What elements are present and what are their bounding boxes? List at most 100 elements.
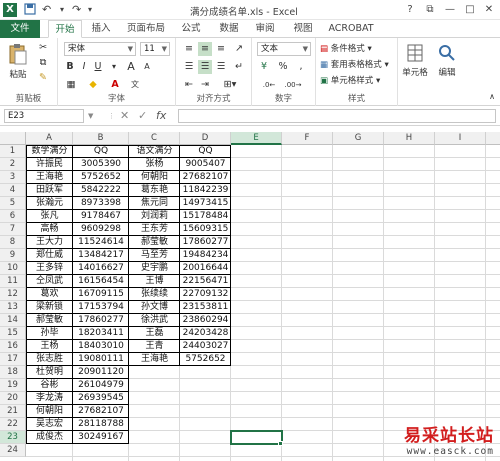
cut-icon[interactable]: ✂ — [36, 41, 50, 55]
tab-view[interactable]: 视图 — [288, 20, 318, 38]
increase-decimal-icon[interactable]: .0← — [260, 78, 278, 92]
align-top-icon[interactable]: ≡ — [182, 42, 196, 56]
undo-dropdown-icon[interactable]: ▾ — [60, 3, 64, 17]
editing-group[interactable]: 编辑 — [432, 38, 462, 106]
decrease-indent-icon[interactable]: ⇤ — [182, 78, 196, 92]
copy-icon[interactable]: ⧉ — [36, 56, 50, 70]
cell-a23[interactable]: 成俊杰 — [26, 431, 73, 444]
tab-home[interactable]: 开始 — [48, 20, 82, 38]
cell-a11[interactable]: 仝凤武 — [26, 275, 73, 288]
tab-data[interactable]: 数据 — [214, 20, 244, 38]
orientation-icon[interactable]: ↗ — [232, 42, 246, 56]
row-header-14[interactable]: 14 — [0, 314, 26, 327]
cell-a3[interactable]: 王海艳 — [26, 171, 73, 184]
cell-c8[interactable]: 郝莹敏 — [129, 236, 180, 249]
formula-input[interactable] — [178, 109, 496, 123]
tab-file[interactable]: 文件 — [0, 20, 40, 38]
row-header-24[interactable]: 24 — [0, 444, 26, 457]
cell-b19[interactable]: 26104979 — [73, 379, 129, 392]
column-header-d[interactable]: D — [180, 132, 231, 145]
format-as-table-button[interactable]: ▦ 套用表格格式 ▾ — [320, 58, 389, 72]
collapse-ribbon-icon[interactable]: ∧ — [486, 90, 498, 104]
tab-review[interactable]: 审阅 — [250, 20, 280, 38]
row-header-4[interactable]: 4 — [0, 184, 26, 197]
cell-d14[interactable]: 23860294 — [180, 314, 231, 327]
conditional-format-button[interactable]: ▤ 条件格式 ▾ — [320, 42, 372, 56]
row-header-7[interactable]: 7 — [0, 223, 26, 236]
row-header-6[interactable]: 6 — [0, 210, 26, 223]
cell-c7[interactable]: 王东芳 — [129, 223, 180, 236]
cell-b8[interactable]: 11524614 — [73, 236, 129, 249]
row-header-18[interactable]: 18 — [0, 366, 26, 379]
cell-b9[interactable]: 13484217 — [73, 249, 129, 262]
redo-icon[interactable]: ↷ — [72, 3, 81, 17]
cell-b12[interactable]: 16709115 — [73, 288, 129, 301]
decrease-decimal-icon[interactable]: .00→ — [284, 78, 302, 92]
cell-d8[interactable]: 17860277 — [180, 236, 231, 249]
save-icon[interactable] — [24, 3, 36, 19]
cell-a7[interactable]: 高畅 — [26, 223, 73, 236]
row-header-2[interactable]: 2 — [0, 158, 26, 171]
cell-c2[interactable]: 张杨 — [129, 158, 180, 171]
cancel-icon[interactable]: ✕ — [120, 109, 129, 123]
align-bottom-icon[interactable]: ≡ — [214, 42, 228, 56]
format-painter-icon[interactable]: ✎ — [36, 71, 50, 85]
cell-a2[interactable]: 许振民 — [26, 158, 73, 171]
cell-b3[interactable]: 5752652 — [73, 171, 129, 184]
cell-c11[interactable]: 王博 — [129, 275, 180, 288]
cell-b18[interactable]: 20901120 — [73, 366, 129, 379]
header-cell-a[interactable]: 数学满分 — [26, 145, 73, 158]
close-button[interactable]: ✕ — [481, 2, 497, 17]
active-cell-e23[interactable] — [230, 430, 283, 445]
paste-button[interactable]: 粘贴 — [4, 68, 32, 82]
cell-d3[interactable]: 27682107 — [180, 171, 231, 184]
column-header-f[interactable]: F — [282, 132, 333, 145]
font-color-icon[interactable]: A — [108, 78, 122, 92]
cell-c5[interactable]: 焦元同 — [129, 197, 180, 210]
bold-button[interactable]: B — [64, 60, 76, 74]
cell-b6[interactable]: 9178467 — [73, 210, 129, 223]
cells-group[interactable]: 单元格 — [398, 38, 432, 106]
cell-d6[interactable]: 15178484 — [180, 210, 231, 223]
cell-d12[interactable]: 22709132 — [180, 288, 231, 301]
fill-color-icon[interactable]: ◆ — [86, 78, 100, 92]
column-header-e[interactable]: E — [231, 132, 282, 145]
row-header-20[interactable]: 20 — [0, 392, 26, 405]
row-header-13[interactable]: 13 — [0, 301, 26, 314]
cell-d11[interactable]: 22156471 — [180, 275, 231, 288]
cell-a15[interactable]: 孙毕 — [26, 327, 73, 340]
cell-d13[interactable]: 23153811 — [180, 301, 231, 314]
cell-a9[interactable]: 郑仕威 — [26, 249, 73, 262]
row-header-21[interactable]: 21 — [0, 405, 26, 418]
cell-a10[interactable]: 王多锌 — [26, 262, 73, 275]
cell-b2[interactable]: 3005390 — [73, 158, 129, 171]
increase-indent-icon[interactable]: ⇥ — [198, 78, 212, 92]
cell-d7[interactable]: 15609315 — [180, 223, 231, 236]
column-header-a[interactable]: A — [26, 132, 73, 145]
cell-d10[interactable]: 20016644 — [180, 262, 231, 275]
row-header-5[interactable]: 5 — [0, 197, 26, 210]
name-box-dropdown-icon[interactable]: ▼ — [88, 109, 93, 123]
column-header-h[interactable]: H — [384, 132, 435, 145]
cell-a19[interactable]: 谷彬 — [26, 379, 73, 392]
cell-a18[interactable]: 杜贺明 — [26, 366, 73, 379]
cell-a14[interactable]: 郝莹敏 — [26, 314, 73, 327]
italic-button[interactable]: I — [78, 60, 90, 74]
header-cell-b[interactable]: QQ — [73, 145, 129, 158]
name-box[interactable]: E23 — [4, 109, 84, 123]
align-center-icon[interactable]: ☰ — [198, 60, 212, 74]
minimize-button[interactable]: — — [442, 2, 458, 17]
row-header-10[interactable]: 10 — [0, 262, 26, 275]
help-button[interactable]: ? — [402, 2, 418, 17]
cell-b16[interactable]: 18403010 — [73, 340, 129, 353]
row-header-23[interactable]: 23 — [0, 431, 26, 444]
align-left-icon[interactable]: ☰ — [182, 60, 196, 74]
phonetic-icon[interactable]: 文 — [128, 78, 142, 92]
align-right-icon[interactable]: ☰ — [214, 60, 228, 74]
font-shrink-button[interactable]: A — [140, 60, 154, 74]
header-cell-c[interactable]: 语文满分 — [129, 145, 180, 158]
paste-icon[interactable] — [8, 43, 28, 68]
merge-center-icon[interactable]: ⊞▾ — [216, 78, 244, 92]
cell-b13[interactable]: 17153794 — [73, 301, 129, 314]
row-header-12[interactable]: 12 — [0, 288, 26, 301]
